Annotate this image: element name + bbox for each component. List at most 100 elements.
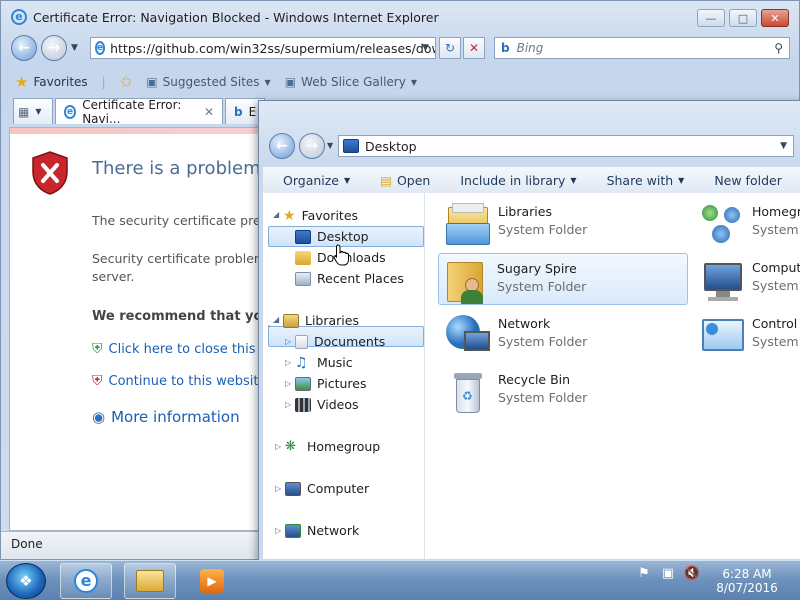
nav-favorites[interactable]: ★ Favorites: [283, 205, 358, 226]
error-text-3: server.: [92, 269, 135, 284]
nav-network-icon: [285, 523, 301, 538]
quick-tabs-button[interactable]: ▦ ▼: [13, 98, 53, 124]
nav-recent-places-label: Recent Places: [317, 271, 404, 286]
libraries-expand-icon[interactable]: ◢: [273, 315, 279, 324]
nav-favorites-label: Favorites: [301, 208, 359, 223]
nav-homegroup-icon: ❋: [285, 439, 296, 454]
taskbar-ie-button[interactable]: e: [60, 563, 112, 599]
nav-homegroup-label: Homegroup: [307, 439, 381, 454]
nav-documents[interactable]: Documents: [295, 331, 385, 352]
tab-certificate-error[interactable]: e Certificate Error: Navi... ✕: [55, 98, 223, 126]
close-webpage-label: Click here to close this w: [108, 341, 271, 357]
suggested-sites-chevron-icon: ▼: [264, 77, 271, 87]
refresh-button[interactable]: ↻: [439, 37, 461, 59]
item-network[interactable]: Network System Folder: [440, 309, 690, 365]
item-computer[interactable]: Compute System Fo: [694, 253, 800, 309]
taskbar-media-player-button[interactable]: ▶: [186, 563, 238, 599]
more-information-link[interactable]: ◉ More information: [92, 408, 240, 426]
action-center-flag-icon[interactable]: ⚑: [636, 565, 652, 581]
forward-button[interactable]: →: [41, 35, 67, 61]
pictures-expand-icon[interactable]: ▷: [285, 379, 291, 388]
nav-pictures[interactable]: Pictures: [295, 373, 367, 394]
explorer-window: ← → ▼ Desktop ▼ Organize ▼ ▤ Open Includ…: [258, 100, 800, 562]
item-recycle-bin-name: Recycle Bin: [498, 372, 571, 387]
address-bar[interactable]: e https://github.com/win32ss/supermium/r…: [90, 37, 436, 59]
favorites-label: Favorites: [33, 75, 88, 89]
item-libraries[interactable]: Libraries System Folder: [440, 197, 690, 253]
item-sugary-spire[interactable]: Sugary Spire System Folder: [438, 253, 688, 305]
hand-cursor-icon: [333, 244, 349, 266]
clock[interactable]: 6:28 AM 8/07/2016: [716, 567, 778, 595]
expand-chevron-icon: ◉: [92, 408, 106, 426]
taskbar-explorer-button[interactable]: [124, 563, 176, 599]
item-homegroup-type: System Fo: [752, 222, 800, 237]
nav-homegroup[interactable]: ❋ Homegroup: [285, 436, 380, 457]
open-button[interactable]: ▤ Open: [380, 173, 430, 188]
media-player-icon: ▶: [200, 569, 224, 593]
search-box[interactable]: b Bing ⚲: [494, 37, 790, 59]
security-shield-icon: [32, 151, 68, 195]
windows-logo-icon: ❖: [19, 572, 33, 590]
music-expand-icon[interactable]: ▷: [285, 358, 291, 367]
nav-music-icon: ♫: [295, 354, 308, 371]
nav-music[interactable]: ♫ Music: [295, 352, 353, 373]
recent-pages-chevron-icon[interactable]: ▼: [71, 43, 78, 53]
network-expand-icon[interactable]: ▷: [275, 526, 281, 535]
network-tray-icon[interactable]: ▣: [660, 565, 676, 581]
favorites-expand-icon[interactable]: ◢: [273, 210, 279, 219]
explorer-recent-chevron-icon[interactable]: ▼: [327, 141, 333, 150]
item-recycle-bin[interactable]: ♻ Recycle Bin System Folder: [440, 365, 690, 421]
include-in-library-button[interactable]: Include in library ▼: [460, 173, 576, 188]
include-chevron-icon: ▼: [570, 175, 577, 185]
nav-recent-places-icon: [295, 271, 311, 286]
recycle-bin-icon: ♻: [444, 369, 492, 417]
nav-recent-places[interactable]: Recent Places: [295, 268, 404, 289]
ie-window-title: Certificate Error: Navigation Blocked - …: [33, 9, 439, 25]
nav-libraries-icon: [283, 313, 299, 328]
item-homegroup[interactable]: Homegro System Fo: [694, 197, 800, 253]
nav-network[interactable]: Network: [285, 520, 359, 541]
tab-list-chevron-icon: ▼: [35, 107, 42, 116]
taskbar-ie-icon: e: [74, 569, 98, 593]
nav-star-icon: ★: [283, 207, 296, 224]
add-favorite-icon[interactable]: ✩: [120, 73, 133, 91]
suggested-sites-link[interactable]: ▣ Suggested Sites ▼: [146, 75, 270, 89]
tab-page-icon: e: [64, 104, 77, 119]
new-folder-button[interactable]: New folder: [714, 173, 782, 188]
share-chevron-icon: ▼: [678, 175, 685, 185]
start-button[interactable]: ❖: [6, 563, 46, 599]
close-webpage-link[interactable]: ⛨ Click here to close this w: [92, 341, 270, 357]
nav-videos[interactable]: Videos: [295, 394, 359, 415]
nav-downloads-label: Downloads: [317, 250, 386, 265]
nav-computer[interactable]: Computer: [285, 478, 369, 499]
nav-libraries-label: Libraries: [305, 313, 359, 328]
homegroup-expand-icon[interactable]: ▷: [275, 442, 281, 451]
maximize-button[interactable]: □: [729, 9, 757, 27]
explorer-address-dropdown-icon[interactable]: ▼: [780, 141, 787, 151]
explorer-address-bar[interactable]: Desktop ▼: [338, 135, 794, 157]
nav-videos-icon: [295, 397, 311, 412]
address-dropdown-icon[interactable]: ▼: [422, 43, 429, 53]
close-button[interactable]: ✕: [761, 9, 789, 27]
favorites-button[interactable]: ★ Favorites: [15, 73, 88, 91]
volume-muted-icon[interactable]: 🔇: [684, 565, 700, 581]
item-computer-type: System Fo: [752, 278, 800, 293]
continue-website-link[interactable]: ⛨ Continue to this website: [92, 373, 267, 389]
search-icon[interactable]: ⚲: [774, 41, 783, 55]
web-slice-gallery-link[interactable]: ▣ Web Slice Gallery ▼: [285, 75, 417, 89]
tab-close-icon[interactable]: ✕: [204, 105, 214, 119]
item-control-panel[interactable]: Control P System Fo: [694, 309, 800, 365]
explorer-forward-button[interactable]: →: [299, 133, 325, 159]
back-button[interactable]: ←: [11, 35, 37, 61]
organize-button[interactable]: Organize ▼: [283, 173, 350, 188]
nav-libraries[interactable]: Libraries: [283, 310, 359, 331]
item-computer-name: Compute: [752, 260, 800, 275]
share-with-button[interactable]: Share with ▼: [607, 173, 685, 188]
computer-expand-icon[interactable]: ▷: [275, 484, 281, 493]
nav-downloads-icon: [295, 250, 311, 265]
stop-button[interactable]: ✕: [463, 37, 485, 59]
explorer-back-button[interactable]: ←: [269, 133, 295, 159]
minimize-button[interactable]: —: [697, 9, 725, 27]
videos-expand-icon[interactable]: ▷: [285, 400, 291, 409]
documents-expand-icon[interactable]: ▷: [285, 337, 291, 346]
